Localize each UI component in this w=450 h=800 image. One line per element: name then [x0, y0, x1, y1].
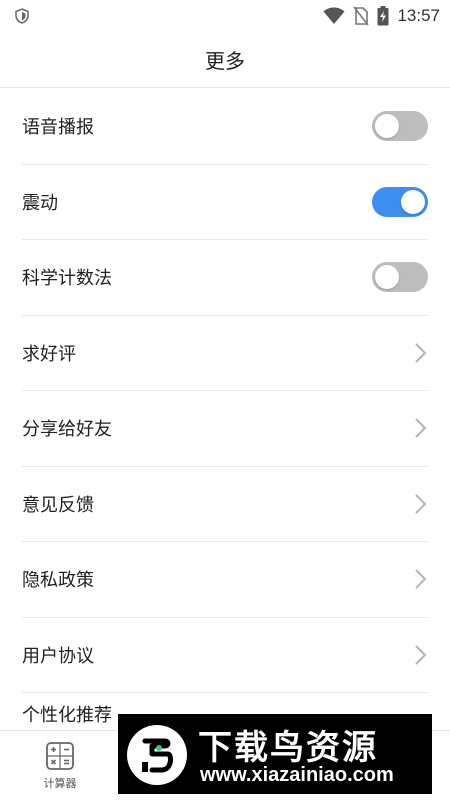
watermark-title: 下载鸟资源 [198, 728, 378, 768]
bird-logo-icon [127, 725, 187, 785]
chevron-right-icon [415, 418, 427, 438]
chevron-right-icon [415, 343, 427, 363]
status-bar: 13:57 [0, 0, 450, 32]
settings-item-feedback[interactable]: 意见反馈 [22, 467, 428, 542]
scientific-notation-toggle[interactable] [372, 262, 428, 293]
settings-item-share[interactable]: 分享给好友 [22, 391, 428, 467]
settings-item-agreement[interactable]: 用户协议 [22, 618, 428, 693]
settings-item-label: 用户协议 [22, 645, 94, 667]
toggle-knob [401, 189, 425, 214]
chevron-right-icon [415, 569, 427, 589]
chevron-right-icon [415, 645, 427, 665]
status-icons: 13:57 [323, 5, 440, 27]
page-title: 更多 [205, 49, 245, 73]
toggle-knob [375, 265, 399, 290]
no-sim-icon [353, 6, 370, 26]
chevron-right-icon [415, 494, 427, 514]
watermark-url: www.xiazainiao.com [200, 764, 394, 786]
toggle-knob [375, 114, 399, 139]
battery-charging-icon [377, 6, 389, 26]
settings-item-label: 科学计数法 [22, 268, 112, 290]
settings-item-label: 意见反馈 [22, 494, 94, 516]
wifi-icon [323, 7, 345, 24]
settings-item-label: 分享给好友 [22, 419, 112, 441]
settings-item-vibration[interactable]: 震动 [22, 165, 428, 240]
status-time: 13:57 [397, 6, 440, 25]
tab-calculator-label: 计算器 [43, 777, 77, 790]
settings-item-voice[interactable]: 语音播报 [22, 89, 428, 165]
settings-item-label: 求好评 [22, 343, 76, 365]
settings-item-label: 语音播报 [22, 117, 94, 139]
settings-item-rate[interactable]: 求好评 [22, 316, 428, 391]
shield-icon [15, 8, 29, 24]
voice-toggle[interactable] [372, 111, 428, 142]
settings-item-label: 个性化推荐 [22, 705, 112, 726]
settings-item-label: 震动 [22, 192, 58, 214]
vibration-toggle[interactable] [372, 186, 428, 217]
calculator-icon [46, 742, 74, 770]
settings-item-privacy[interactable]: 隐私政策 [22, 542, 428, 618]
tab-calculator[interactable]: 计算器 [30, 741, 90, 791]
settings-list: 语音播报 震动 科学计数法 求好评 分享给好友 意见反馈 隐私政策 用户协议 个… [0, 89, 450, 733]
settings-item-label: 隐私政策 [22, 570, 94, 592]
settings-item-scientific-notation[interactable]: 科学计数法 [22, 240, 428, 316]
header: 更多 [0, 32, 450, 88]
watermark-banner: 下载鸟资源 www.xiazainiao.com [118, 714, 432, 794]
